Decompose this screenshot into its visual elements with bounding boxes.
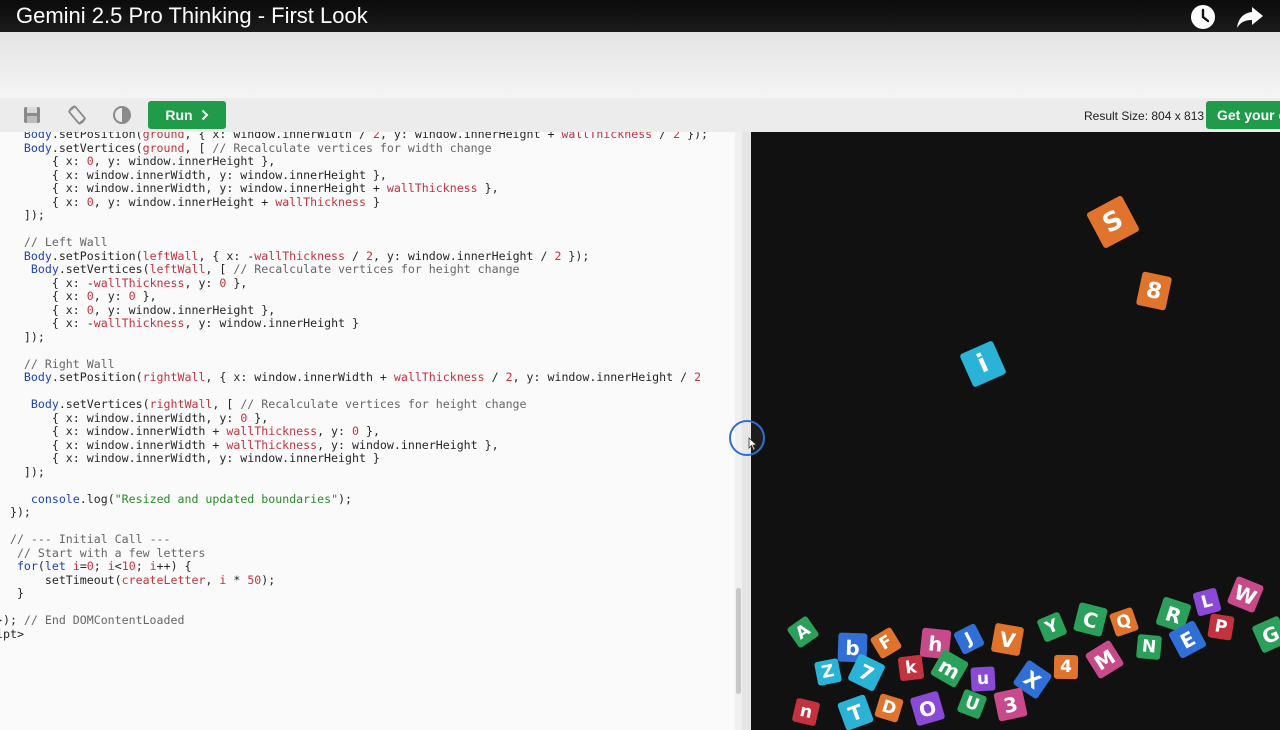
pile-letter: U <box>956 688 988 720</box>
code-line[interactable]: { x: 0, y: window.innerHeight }, <box>0 155 275 168</box>
pile-letter: Q <box>1108 606 1140 638</box>
clock-icon[interactable] <box>1190 4 1216 30</box>
video-frame-gap <box>0 32 1280 98</box>
pile-letter: G <box>1251 615 1280 654</box>
pile-letter: 3 <box>993 687 1028 722</box>
falling-letter: 8 <box>1135 271 1173 311</box>
run-button[interactable]: Run <box>148 101 226 129</box>
chevron-right-icon <box>201 109 209 121</box>
pile-letter: D <box>874 693 904 723</box>
pile-letter: P <box>1207 613 1235 641</box>
code-line[interactable]: setTimeout(createLetter, i * 50); <box>0 574 275 587</box>
code-editor[interactable]: Body.setPosition(ground, { x: window.inn… <box>0 132 735 730</box>
pile-letter: A <box>786 615 820 649</box>
code-line[interactable]: Body.setVertices(rightWall, [ // Recalcu… <box>0 398 527 411</box>
share-icon[interactable] <box>1236 5 1264 29</box>
pile-letter: Z <box>813 657 843 687</box>
pile-letter: N <box>1135 633 1163 661</box>
pile-letter: k <box>897 654 925 682</box>
code-line[interactable]: Body.setVertices(leftWall, [ // Recalcul… <box>0 263 520 276</box>
rotate-icon[interactable] <box>66 104 88 126</box>
code-line[interactable]: ]); <box>0 331 45 344</box>
code-line[interactable]: { x: window.innerWidth + wallThickness, … <box>0 425 380 438</box>
pile-letter: O <box>909 690 946 727</box>
code-line[interactable]: ]); <box>0 466 45 479</box>
pile-letter: 4 <box>1053 654 1079 680</box>
pile-letter: F <box>869 626 903 660</box>
pile-letter: T <box>836 693 875 730</box>
video-title[interactable]: Gemini 2.5 Pro Thinking - First Look <box>16 3 368 29</box>
code-line[interactable]: } <box>0 587 24 600</box>
result-canvas[interactable]: S8iAbFhJVYCQRLWZ7kmuX4MNEPGnTDOU3 <box>751 132 1280 730</box>
drag-handle[interactable] <box>729 420 765 456</box>
pile-letter: M <box>1084 639 1125 680</box>
code-line[interactable]: { x: 0, y: window.innerHeight + wallThic… <box>0 196 380 209</box>
code-line[interactable]: Body.setPosition(rightWall, { x: window.… <box>0 371 701 384</box>
pile-letter: n <box>791 697 821 727</box>
code-line[interactable]: }); // End DOMContentLoaded <box>0 614 184 627</box>
pile-letter: L <box>1192 587 1222 617</box>
code-line[interactable]: { x: window.innerWidth, y: window.innerH… <box>0 452 380 465</box>
code-line[interactable]: { x: 0, y: 0 }, <box>0 290 157 303</box>
pile-letter: Y <box>1036 611 1068 643</box>
code-line[interactable]: ipt> <box>0 628 24 641</box>
pile-letter: W <box>1226 575 1265 614</box>
editor-scrollbar-thumb[interactable] <box>736 588 741 694</box>
code-line[interactable]: Body.setPosition(ground, { x: window.inn… <box>0 132 708 141</box>
mouse-cursor-icon <box>748 437 758 451</box>
code-line[interactable]: ]); <box>0 209 45 222</box>
pile-letter: V <box>990 622 1025 657</box>
run-label: Run <box>165 107 193 123</box>
pile-letter: J <box>952 622 986 656</box>
contrast-icon[interactable] <box>111 104 133 126</box>
code-line[interactable]: console.log("Resized and updated boundar… <box>0 493 352 506</box>
code-line[interactable]: { x: -wallThickness, y: window.innerHeig… <box>0 317 359 330</box>
falling-letter: i <box>959 340 1007 388</box>
code-line[interactable]: }); <box>0 506 31 519</box>
falling-letter: S <box>1085 194 1141 250</box>
code-line[interactable]: for(let i=0; i<10; i++) { <box>0 560 192 573</box>
get-your-own-button[interactable]: Get your ov <box>1206 101 1280 129</box>
pile-letter: C <box>1072 601 1109 638</box>
video-title-bar: Gemini 2.5 Pro Thinking - First Look <box>0 0 1280 32</box>
code-line[interactable]: // --- Initial Call --- <box>0 533 171 546</box>
result-size-label: Result Size: 804 x 813 <box>1084 109 1205 123</box>
pile-letter: u <box>970 666 996 692</box>
code-line[interactable]: { x: window.innerWidth, y: window.innerH… <box>0 182 499 195</box>
save-icon[interactable] <box>21 104 43 126</box>
code-line[interactable]: // Left Wall <box>0 236 108 249</box>
